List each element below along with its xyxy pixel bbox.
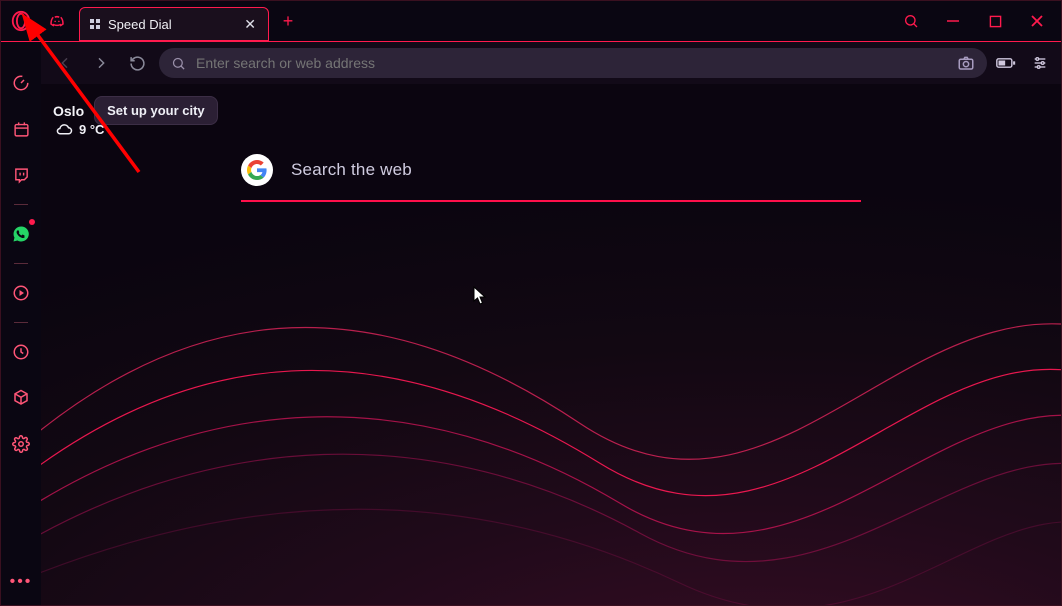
maximize-button[interactable] [983,9,1007,33]
titlebar: Speed Dial ✕ + [1,1,1061,41]
web-search-field[interactable]: Search the web [241,154,861,202]
address-input[interactable] [196,55,949,71]
history-icon[interactable] [1,329,41,375]
discord-icon[interactable] [43,7,71,35]
close-tab-button[interactable]: ✕ [242,16,258,33]
sidebar: ••• [1,42,41,605]
opera-icon[interactable] [7,7,35,35]
setup-city-button[interactable]: Set up your city [94,96,218,125]
whatsapp-icon[interactable] [1,211,41,257]
settings-icon[interactable] [1,421,41,467]
tab-speed-dial[interactable]: Speed Dial ✕ [79,7,269,41]
weather-city: Oslo [53,103,84,119]
camera-search-icon[interactable] [957,54,975,72]
weather-cloud-icon [55,123,73,137]
cursor-icon [473,286,487,311]
player-icon[interactable] [1,270,41,316]
twitch-icon[interactable] [1,152,41,198]
sidebar-more-button[interactable]: ••• [1,567,41,597]
speed-dial-page: Oslo Set up your city 9 °C Search the we… [41,84,1061,605]
search-tabs-button[interactable] [899,9,923,33]
speed-dial-icon [90,19,100,29]
reload-button[interactable] [123,49,151,77]
web-search-placeholder: Search the web [291,160,412,180]
mods-icon[interactable] [1,375,41,421]
easy-setup-icon[interactable] [1029,52,1051,74]
google-icon [241,154,273,186]
gx-control-icon[interactable] [1,60,41,106]
search-icon [171,56,186,71]
notification-dot [29,219,35,225]
back-button[interactable] [51,49,79,77]
weather-temp: 9 °C [79,122,104,137]
navigation-bar [41,42,1061,84]
battery-icon[interactable] [995,52,1017,74]
close-window-button[interactable] [1025,9,1049,33]
new-tab-button[interactable]: + [275,8,301,34]
address-bar[interactable] [159,48,987,78]
calendar-icon[interactable] [1,106,41,152]
forward-button[interactable] [87,49,115,77]
minimize-button[interactable] [941,9,965,33]
tab-title: Speed Dial [108,17,234,32]
